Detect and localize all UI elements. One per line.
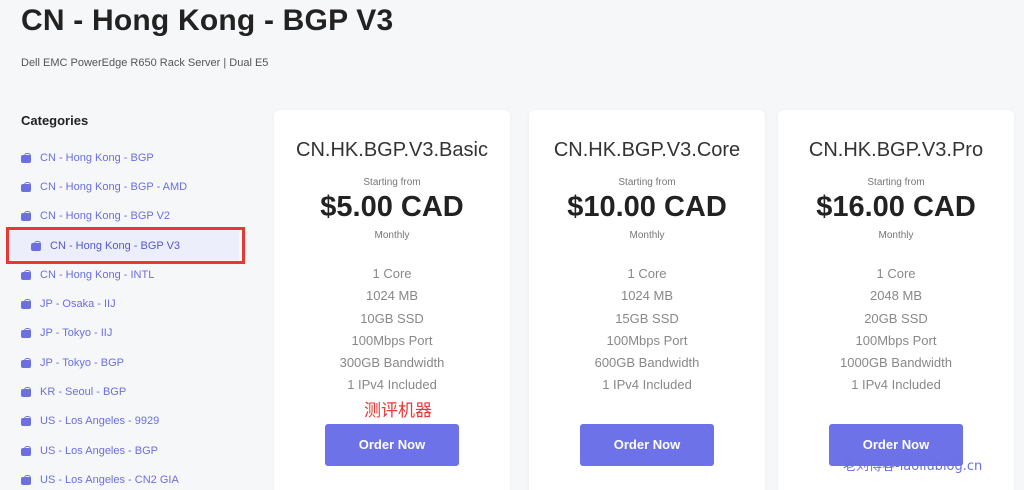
sidebar-item-label: CN - Hong Kong - BGP — [40, 151, 154, 164]
sidebar-item[interactable]: JP - Tokyo - IIJ — [21, 319, 246, 348]
spec-ipv4: 1 IPv4 Included — [851, 377, 941, 393]
sidebar-item-label: CN - Hong Kong - BGP V3 — [50, 239, 181, 252]
bag-icon — [21, 474, 31, 485]
product-name: CN.HK.BGP.V3.Pro — [808, 139, 984, 161]
spec-cpu: 1 Core — [372, 266, 412, 281]
billing-period: Monthly — [374, 230, 410, 241]
spec-disk: 15GB SSD — [615, 310, 679, 326]
bag-icon — [21, 269, 31, 280]
sidebar-item[interactable]: JP - Tokyo - BGP — [21, 348, 246, 377]
spec-bandwidth: 600GB Bandwidth — [594, 355, 700, 371]
spec-disk: 10GB SSD — [360, 310, 424, 326]
spec-cpu: 1 Core — [627, 266, 667, 281]
sidebar-item-label: JP - Tokyo - IIJ — [40, 327, 113, 340]
spec-port: 100Mbps Port — [351, 332, 433, 348]
sidebar-item[interactable]: CN - Hong Kong - BGP V2 — [21, 202, 246, 231]
spec-list: 1 Core 1024 MB 15GB SSD 100Mbps Port 600… — [529, 263, 765, 397]
bag-icon — [31, 240, 41, 251]
product-price: $5.00 CAD — [320, 191, 464, 223]
order-now-button[interactable]: Order Now — [580, 423, 714, 466]
bag-icon — [21, 445, 31, 456]
sidebar-item[interactable]: US - Los Angeles - BGP — [21, 436, 246, 465]
sidebar-item-label: CN - Hong Kong - INTL — [40, 268, 155, 281]
product-name: CN.HK.BGP.V3.Basic — [296, 139, 488, 161]
categories-list: CN - Hong Kong - BGP CN - Hong Kong - BGP… — [8, 143, 246, 490]
sidebar-item-label: US - Los Angeles - CN2 GIA — [40, 473, 179, 486]
sidebar-item[interactable]: CN - Hong Kong - INTL — [21, 260, 246, 289]
billing-period: Monthly — [629, 230, 665, 241]
watermark-corner: 老刘博客-laoliublog.cn — [843, 459, 983, 474]
categories-heading: Categories — [21, 113, 89, 128]
product-name: CN.HK.BGP.V3.Core — [553, 139, 741, 161]
spec-ram: 1024 MB — [365, 288, 419, 304]
product-price: $16.00 CAD — [816, 191, 976, 223]
starting-from-label: Starting from — [618, 177, 676, 188]
sidebar-item-label: JP - Tokyo - BGP — [40, 356, 124, 369]
product-card-pro: CN.HK.BGP.V3.Pro Starting from $16.00 CA… — [778, 110, 1014, 490]
page-subtitle: Dell EMC PowerEdge R650 Rack Server | Du… — [21, 57, 269, 69]
spec-list: 1 Core 1024 MB 10GB SSD 100Mbps Port 300… — [274, 263, 510, 397]
product-card-basic: CN.HK.BGP.V3.Basic Starting from $5.00 C… — [274, 110, 510, 490]
spec-ram: 1024 MB — [620, 288, 674, 304]
sidebar-item[interactable]: CN - Hong Kong - BGP — [21, 143, 246, 172]
starting-from-label: Starting from — [363, 177, 421, 188]
sidebar-item[interactable]: CN - Hong Kong - BGP V3 — [8, 230, 239, 261]
watermark-center: 测评机器 — [364, 401, 432, 421]
starting-from-label: Starting from — [867, 177, 925, 188]
bag-icon — [21, 357, 31, 368]
product-price: $10.00 CAD — [567, 191, 727, 223]
spec-cpu: 1 Core — [876, 266, 916, 281]
bag-icon — [21, 387, 31, 398]
spec-disk: 20GB SSD — [864, 310, 928, 326]
spec-bandwidth: 300GB Bandwidth — [339, 355, 445, 371]
sidebar-item[interactable]: CN - Hong Kong - BGP - AMD — [21, 172, 246, 201]
bag-icon — [21, 152, 31, 163]
sidebar-item-label: KR - Seoul - BGP — [40, 386, 127, 399]
spec-bandwidth: 1000GB Bandwidth — [839, 355, 953, 371]
product-card-core: CN.HK.BGP.V3.Core Starting from $10.00 C… — [529, 110, 765, 490]
bag-icon — [21, 416, 31, 427]
billing-period: Monthly — [878, 230, 914, 241]
sidebar-item-label: CN - Hong Kong - BGP - AMD — [40, 180, 188, 193]
sidebar-item[interactable]: US - Los Angeles - 9929 — [21, 407, 246, 436]
sidebar-item[interactable]: US - Los Angeles - CN2 GIA — [21, 465, 246, 490]
bag-icon — [21, 211, 31, 222]
spec-port: 100Mbps Port — [855, 332, 937, 348]
sidebar-item-label: CN - Hong Kong - BGP V2 — [40, 210, 171, 223]
sidebar-item-label: US - Los Angeles - 9929 — [40, 415, 160, 428]
sidebar-item[interactable]: JP - Osaka - IIJ — [21, 289, 246, 318]
spec-ram: 2048 MB — [869, 288, 923, 304]
sidebar-item[interactable]: KR - Seoul - BGP — [21, 377, 246, 406]
bag-icon — [21, 181, 31, 192]
bag-icon — [21, 299, 31, 310]
bag-icon — [21, 328, 31, 339]
sidebar-item-label: US - Los Angeles - BGP — [40, 444, 158, 457]
order-now-button[interactable]: Order Now — [325, 423, 459, 466]
sidebar-item-label: JP - Osaka - IIJ — [40, 298, 116, 311]
spec-ipv4: 1 IPv4 Included — [347, 377, 437, 393]
page-title: CN - Hong Kong - BGP V3 — [21, 4, 394, 37]
spec-port: 100Mbps Port — [606, 332, 688, 348]
spec-ipv4: 1 IPv4 Included — [602, 377, 692, 393]
spec-list: 1 Core 2048 MB 20GB SSD 100Mbps Port 100… — [778, 263, 1014, 397]
